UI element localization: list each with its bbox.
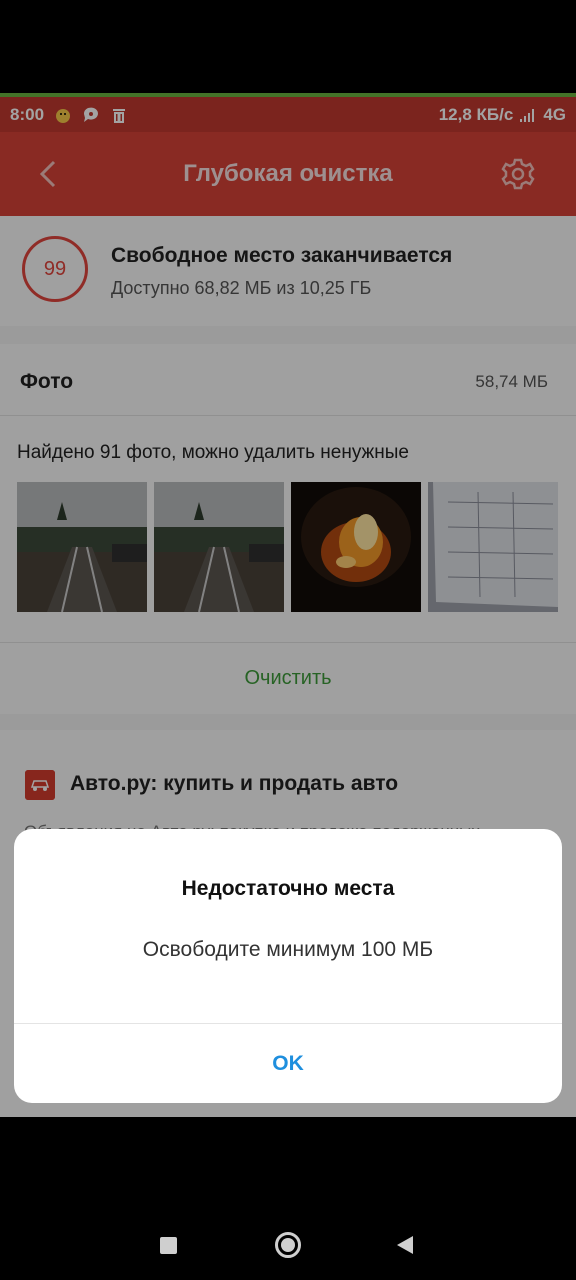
dialog-message: Освободите минимум 100 МБ [142, 938, 434, 961]
dialog-divider [14, 1023, 562, 1024]
recents-icon[interactable] [160, 1237, 177, 1254]
insufficient-space-dialog: Недостаточно места Освободите минимум 10… [14, 829, 562, 1103]
home-icon[interactable] [275, 1232, 301, 1258]
back-triangle-icon[interactable] [397, 1236, 413, 1254]
navigation-bar [0, 1117, 576, 1280]
dialog-title: Недостаточно места [181, 877, 395, 900]
ok-button[interactable]: OK [238, 1043, 338, 1085]
